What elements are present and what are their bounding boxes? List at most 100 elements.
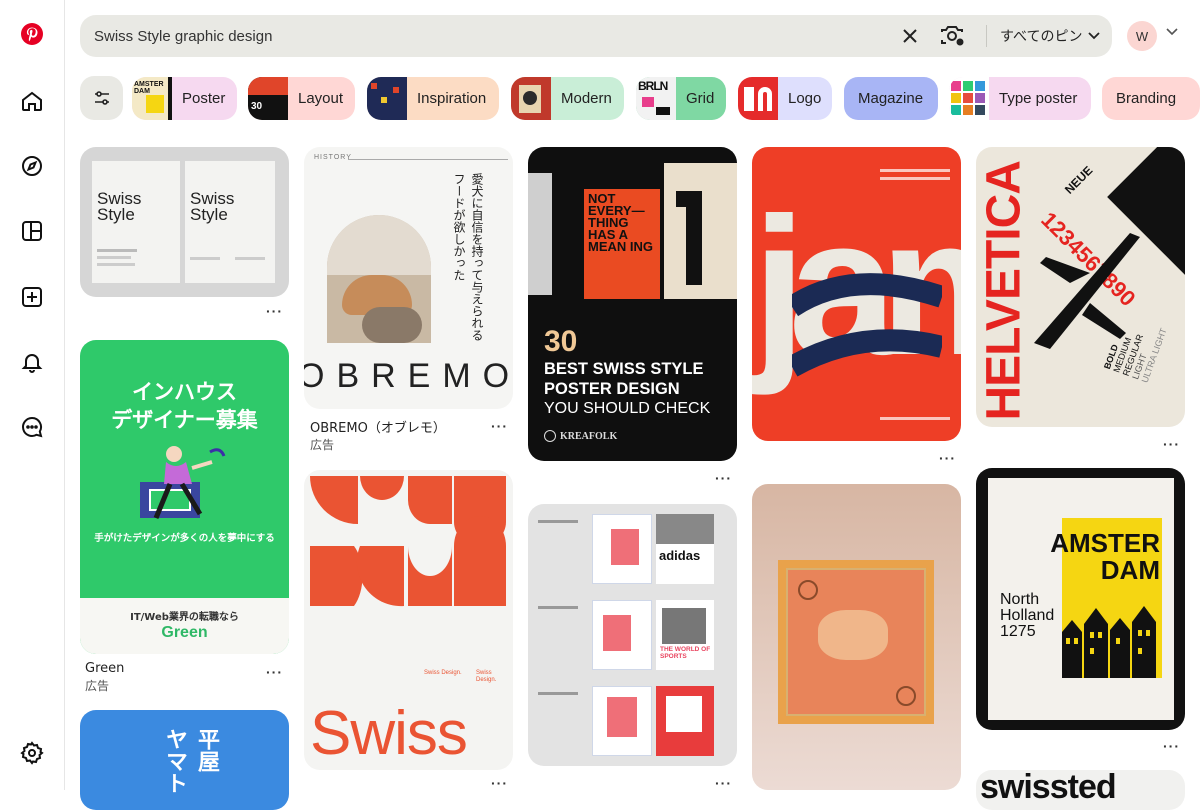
chip-layout-thumb: 30 bbox=[248, 77, 288, 120]
more-options-button[interactable]: ··· bbox=[1163, 436, 1180, 452]
chip-type-poster-thumb bbox=[949, 77, 989, 120]
chip-poster[interactable]: AMSTER DAM Poster bbox=[132, 77, 237, 120]
camera-icon bbox=[941, 26, 964, 46]
amsterdam-title: AMSTER DAM bbox=[1050, 528, 1160, 585]
designer-illustration bbox=[140, 446, 226, 519]
pin-helvetica[interactable]: HELVETICA 1234567890 NEUE BOLD MEDIUM RE… bbox=[976, 147, 1185, 427]
more-options-button[interactable]: ··· bbox=[715, 470, 732, 486]
chip-branding[interactable]: Branding bbox=[1102, 77, 1200, 120]
chip-logo[interactable]: Logo bbox=[738, 77, 832, 120]
chip-inspiration-thumb bbox=[367, 77, 407, 120]
notifications-button[interactable] bbox=[12, 342, 52, 382]
gear-icon bbox=[20, 741, 44, 765]
search-scope-dropdown[interactable]: すべてのピン bbox=[1000, 23, 1101, 49]
pin-kreafolk[interactable]: NOT EVERY— THING HAS A MEAN ING 30 BEST … bbox=[528, 147, 737, 461]
compass-icon bbox=[22, 156, 42, 176]
chip-label: Modern bbox=[561, 90, 612, 107]
chip-grid-thumb: BRLN bbox=[636, 77, 676, 120]
dog-photo bbox=[327, 215, 431, 343]
helvetica-neue: NEUE bbox=[1061, 163, 1096, 197]
clear-search-button[interactable] bbox=[898, 24, 922, 48]
chip-label: Logo bbox=[788, 90, 822, 107]
pin-title[interactable]: Green bbox=[85, 661, 124, 676]
chip-label: Magazine bbox=[858, 90, 924, 107]
yamato-text-1: 平屋 bbox=[194, 728, 219, 772]
visual-search-button[interactable] bbox=[938, 23, 966, 49]
adidas-card: adidas bbox=[656, 514, 714, 584]
boards-button[interactable] bbox=[12, 211, 52, 251]
pinterest-logo[interactable] bbox=[12, 14, 52, 54]
pin-swiss-shapes[interactable]: Swiss Design. Swiss Design. Swiss bbox=[304, 470, 513, 770]
sliders-icon bbox=[94, 91, 109, 105]
canal-houses-illustration bbox=[1062, 606, 1156, 678]
messages-button[interactable] bbox=[12, 407, 52, 447]
avatar[interactable]: W bbox=[1127, 21, 1157, 51]
swiss-small-label-2: Swiss Design. bbox=[476, 670, 497, 683]
search-input[interactable] bbox=[94, 23, 874, 49]
plus-icon bbox=[22, 287, 42, 307]
chip-type-poster[interactable]: Type poster bbox=[949, 77, 1091, 120]
settings-button[interactable] bbox=[12, 733, 52, 773]
red-card bbox=[656, 686, 714, 756]
chip-grid[interactable]: BRLN Grid bbox=[636, 77, 726, 120]
sports-title: THE WORLD OF SPORTS bbox=[660, 646, 711, 660]
create-button[interactable] bbox=[12, 277, 52, 317]
more-options-button[interactable]: ··· bbox=[715, 775, 732, 791]
pin-scarf[interactable] bbox=[752, 484, 961, 790]
more-options-button[interactable]: ··· bbox=[1163, 738, 1180, 754]
chip-label: Branding bbox=[1116, 90, 1177, 107]
poster-thumb-gray bbox=[528, 173, 552, 295]
bell-icon bbox=[21, 354, 43, 373]
green-ad-tagline: 手がけたデザインが多くの人を夢中にする bbox=[94, 533, 275, 544]
jam-stripes bbox=[792, 273, 942, 377]
chip-layout[interactable]: 30 Layout bbox=[248, 77, 355, 120]
obremo-wordmark: OBREMO bbox=[304, 357, 513, 395]
account-chevron-down-icon[interactable] bbox=[1166, 28, 1178, 36]
chip-logo-thumb bbox=[738, 77, 778, 120]
more-options-button[interactable]: ··· bbox=[266, 303, 283, 319]
board-icon bbox=[22, 221, 42, 241]
green-ad-brand: Green bbox=[161, 624, 208, 641]
chip-poster-thumb: AMSTER DAM bbox=[132, 77, 172, 120]
ad-label: 広告 bbox=[310, 438, 335, 452]
chip-inspiration[interactable]: Inspiration bbox=[367, 77, 499, 120]
pin-jam-poster[interactable]: jam bbox=[752, 147, 961, 441]
explore-button[interactable] bbox=[12, 146, 52, 186]
book-title-right: Swiss Style bbox=[190, 189, 235, 224]
more-options-button[interactable]: ··· bbox=[939, 450, 956, 466]
pin-green-ad[interactable]: インハウス デザイナー募集 手がけたデザインが多くの人を夢中にする IT/Web… bbox=[80, 340, 289, 654]
chip-label: Inspiration bbox=[417, 90, 487, 107]
pin-yamato[interactable]: 平屋 ヤマト bbox=[80, 710, 289, 810]
filters-button[interactable] bbox=[80, 76, 123, 120]
poster-thumb-orange: NOT EVERY— THING HAS A MEAN ING bbox=[584, 189, 660, 299]
grid-card-3 bbox=[592, 686, 652, 756]
more-options-button[interactable]: ··· bbox=[266, 664, 283, 680]
home-button[interactable] bbox=[12, 81, 52, 121]
close-icon bbox=[903, 29, 917, 43]
more-options-button[interactable]: ··· bbox=[491, 418, 508, 434]
search-divider bbox=[986, 25, 987, 47]
chip-magazine[interactable]: Magazine bbox=[844, 77, 938, 120]
pin-swiss-style-book[interactable]: Swiss Style Swiss Style bbox=[80, 147, 289, 297]
book-page-left: Swiss Style bbox=[92, 161, 180, 283]
chevron-down-icon bbox=[1088, 32, 1101, 40]
swissted-text: swissted bbox=[980, 770, 1117, 806]
chip-label: Poster bbox=[182, 90, 226, 107]
adidas-wordmark: adidas bbox=[659, 548, 701, 563]
home-icon bbox=[22, 91, 42, 111]
chip-label: Type poster bbox=[999, 90, 1078, 107]
chip-modern[interactable]: Modern bbox=[511, 77, 624, 120]
pinterest-logo-icon bbox=[21, 23, 43, 45]
pin-obremo[interactable]: HISTORY 愛犬に自信を持って与えられるフードが欲しかった OBREMO bbox=[304, 147, 513, 409]
pin-swissted[interactable]: swissted bbox=[976, 770, 1185, 810]
kreafolk-brand: KREAFOLK bbox=[560, 431, 618, 442]
pin-title[interactable]: OBREMO（オブレモ） bbox=[310, 417, 446, 436]
swiss-big-word: Swiss bbox=[310, 699, 468, 768]
more-options-button[interactable]: ··· bbox=[491, 775, 508, 791]
obremo-category: HISTORY bbox=[314, 154, 352, 161]
pin-adidas-layout[interactable]: adidas THE WORLD OF SPORTS bbox=[528, 504, 737, 766]
amsterdam-poster: AMSTER DAM North Holland 1275 bbox=[988, 478, 1174, 720]
orange-shapes-graphic bbox=[310, 476, 506, 607]
pin-amsterdam[interactable]: AMSTER DAM North Holland 1275 bbox=[976, 468, 1185, 730]
search-scope-label: すべてのピン bbox=[1000, 29, 1083, 45]
